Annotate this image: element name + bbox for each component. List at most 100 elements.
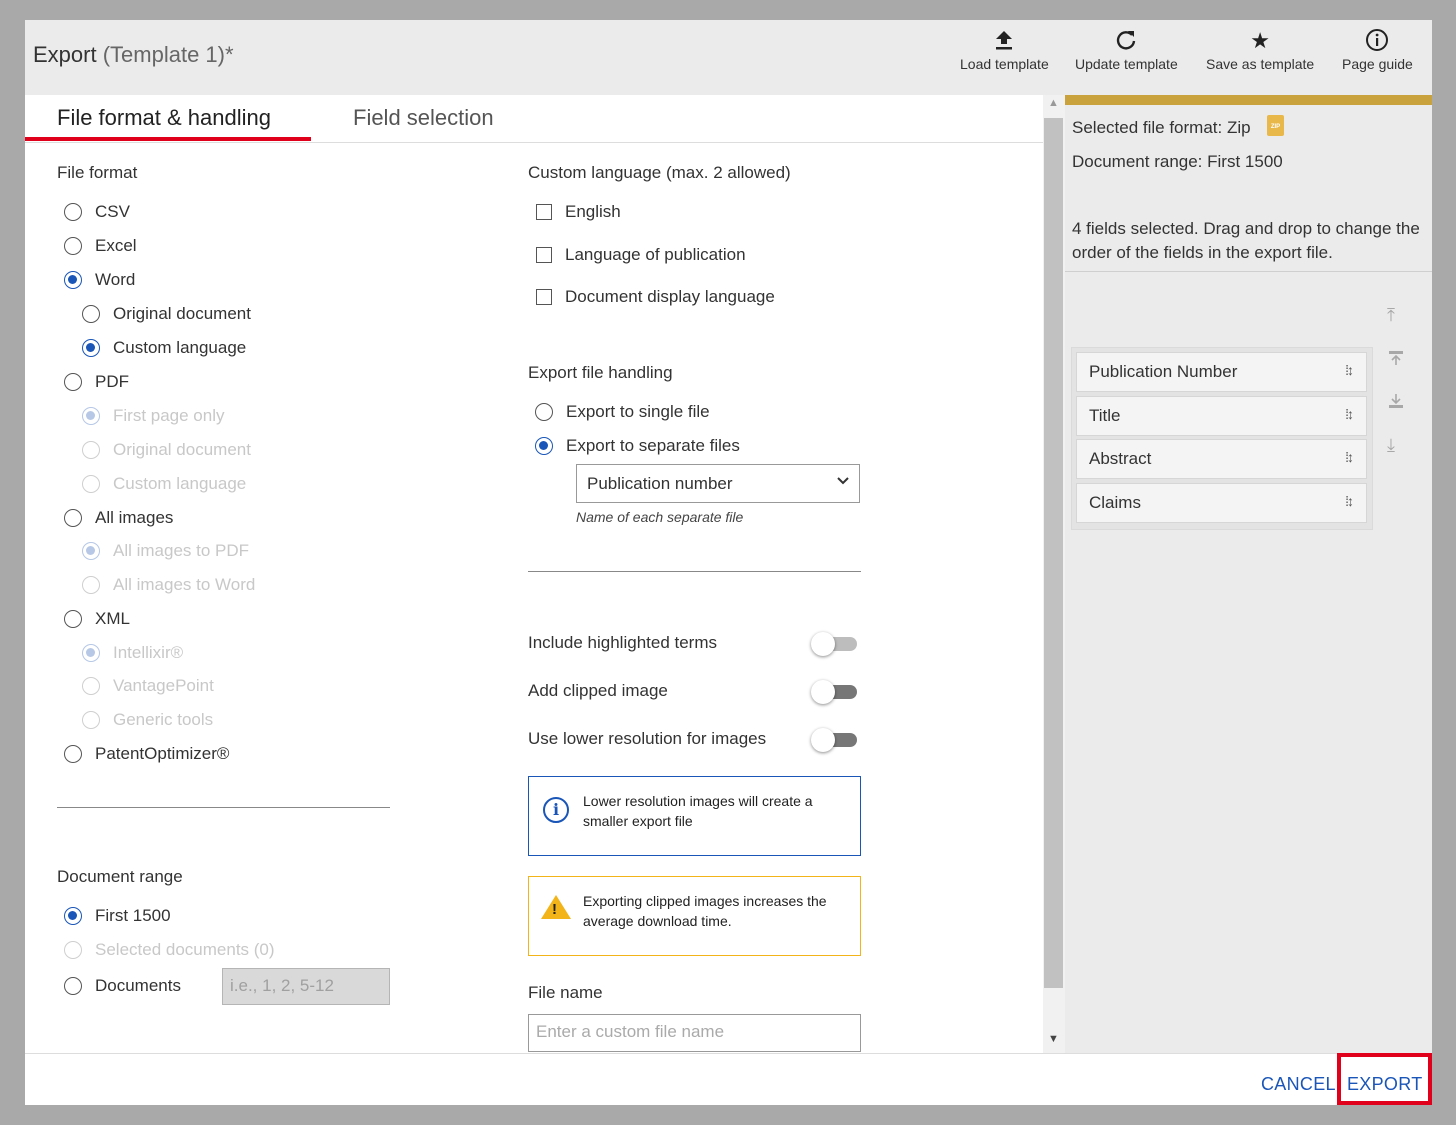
field-item[interactable]: Publication Number ⁞↕: [1076, 352, 1367, 392]
radio-separate-files[interactable]: Export to separate files: [535, 436, 740, 456]
radio-pdf-first-page: First page only: [82, 406, 225, 426]
warning-message-box: ! Exporting clipped images increases the…: [528, 876, 861, 956]
selected-format-value: Zip: [1226, 118, 1251, 137]
toggle-lower-resolution[interactable]: [811, 728, 857, 752]
move-down-icon[interactable]: [1387, 392, 1405, 415]
drag-handle-icon[interactable]: ⁞↕: [1345, 449, 1354, 465]
radio-label: Original document: [113, 304, 251, 323]
select-value: Publication number: [587, 474, 733, 493]
radio-label: First page only: [113, 406, 225, 425]
field-item[interactable]: Title ⁞↕: [1076, 396, 1367, 436]
field-item[interactable]: Abstract ⁞↕: [1076, 439, 1367, 479]
summary-panel-accent-bar: [1065, 95, 1432, 105]
radio-label: PDF: [95, 372, 129, 391]
radio-button[interactable]: [64, 237, 82, 255]
radio-label: Original document: [113, 440, 251, 459]
radio-button[interactable]: [82, 339, 100, 357]
radio-xml-intellixir: Intellixir®: [82, 643, 183, 663]
radio-label: First 1500: [95, 906, 171, 925]
separate-file-name-select[interactable]: Publication number: [576, 464, 860, 503]
radio-button[interactable]: [64, 907, 82, 925]
radio-button[interactable]: [64, 271, 82, 289]
radio-pdf-custom-language: Custom language: [82, 474, 246, 494]
scroll-down-arrow-icon[interactable]: ▼: [1048, 1033, 1059, 1045]
radio-button[interactable]: [64, 610, 82, 628]
scroll-up-arrow-icon[interactable]: ▲: [1048, 97, 1059, 109]
radio-label: Excel: [95, 236, 137, 255]
checkbox-english[interactable]: English: [536, 202, 621, 222]
checkbox-label: Language of publication: [565, 245, 746, 264]
radio-xml[interactable]: XML: [64, 609, 130, 629]
toggle-knob: [811, 680, 835, 704]
radio-word-original-document[interactable]: Original document: [82, 304, 251, 324]
radio-single-file[interactable]: Export to single file: [535, 402, 710, 422]
main-scrollbar[interactable]: ▲ ▼: [1043, 95, 1065, 1055]
refresh-icon: [1075, 28, 1178, 54]
radio-button[interactable]: [64, 745, 82, 763]
move-up-icon[interactable]: [1387, 349, 1405, 372]
divider: [1065, 271, 1432, 272]
checkbox[interactable]: [536, 204, 552, 220]
checkbox[interactable]: [536, 289, 552, 305]
radio-first-1500[interactable]: First 1500: [64, 906, 171, 926]
radio-button[interactable]: [82, 305, 100, 323]
radio-label: Documents: [95, 976, 181, 995]
radio-documents[interactable]: Documents: [64, 976, 181, 996]
scroll-thumb[interactable]: [1044, 118, 1063, 988]
tab-field-selection[interactable]: Field selection: [353, 105, 494, 131]
radio-all-images[interactable]: All images: [64, 508, 173, 528]
radio-button[interactable]: [535, 403, 553, 421]
checkbox-display-language[interactable]: Document display language: [536, 287, 775, 307]
screenshot-frame: Export (Template 1)* Load template Updat…: [0, 0, 1456, 1125]
radio-label: CSV: [95, 202, 130, 221]
file-name-input[interactable]: Enter a custom file name: [528, 1014, 861, 1052]
toggle-knob: [811, 728, 835, 752]
radio-label: VantagePoint: [113, 676, 214, 695]
drag-handle-icon[interactable]: ⁞↕: [1345, 362, 1354, 378]
radio-label: Selected documents (0): [95, 940, 275, 959]
drag-handle-icon[interactable]: ⁞↕: [1345, 493, 1354, 509]
export-handling-heading: Export file handling: [528, 363, 673, 382]
file-name-label: File name: [528, 983, 603, 1002]
radio-csv[interactable]: CSV: [64, 202, 130, 222]
radio-word[interactable]: Word: [64, 270, 135, 290]
radio-pdf[interactable]: PDF: [64, 372, 129, 392]
radio-xml-generic-tools: Generic tools: [82, 710, 213, 730]
document-range-value: First 1500: [1207, 152, 1283, 171]
page-guide-button[interactable]: Page guide: [1342, 28, 1413, 72]
radio-excel[interactable]: Excel: [64, 236, 137, 256]
checkbox-language-of-publication[interactable]: Language of publication: [536, 245, 746, 265]
radio-button: [64, 941, 82, 959]
radio-button: [82, 407, 100, 425]
load-template-button[interactable]: Load template: [960, 28, 1049, 72]
update-template-button[interactable]: Update template: [1075, 28, 1178, 72]
cancel-button[interactable]: CANCEL: [1261, 1074, 1336, 1095]
save-as-template-button[interactable]: ★ Save as template: [1206, 28, 1314, 72]
radio-patentoptimizer[interactable]: PatentOptimizer®: [64, 744, 229, 764]
zip-file-icon: ZIP: [1267, 115, 1284, 136]
move-to-bottom-icon[interactable]: ⤓: [1387, 435, 1395, 456]
radio-button[interactable]: [64, 203, 82, 221]
field-item-label: Claims: [1089, 493, 1141, 512]
tab-bar: File format & handling Field selection: [25, 95, 1043, 143]
radio-label: Export to separate files: [566, 436, 740, 455]
dialog-header: Export (Template 1)* Load template Updat…: [25, 20, 1432, 95]
radio-button[interactable]: [64, 373, 82, 391]
toggle-highlighted-terms[interactable]: [811, 632, 857, 656]
radio-word-custom-language[interactable]: Custom language: [82, 338, 246, 358]
save-as-template-label: Save as template: [1206, 56, 1315, 72]
fields-info-text: 4 fields selected. Drag and drop to chan…: [1072, 219, 1420, 262]
divider: [528, 571, 861, 572]
radio-button[interactable]: [535, 437, 553, 455]
update-template-label: Update template: [1075, 56, 1178, 72]
zip-file-icon-text: ZIP: [1270, 124, 1281, 130]
move-to-top-icon[interactable]: ⤒: [1387, 305, 1395, 326]
drag-handle-icon[interactable]: ⁞↕: [1345, 406, 1354, 422]
documents-range-input: i.e., 1, 2, 5-12: [222, 968, 390, 1005]
checkbox[interactable]: [536, 247, 552, 263]
tab-file-format[interactable]: File format & handling: [57, 105, 271, 131]
toggle-clipped-image[interactable]: [811, 680, 857, 704]
field-item[interactable]: Claims ⁞↕: [1076, 483, 1367, 523]
radio-button[interactable]: [64, 509, 82, 527]
radio-button[interactable]: [64, 977, 82, 995]
